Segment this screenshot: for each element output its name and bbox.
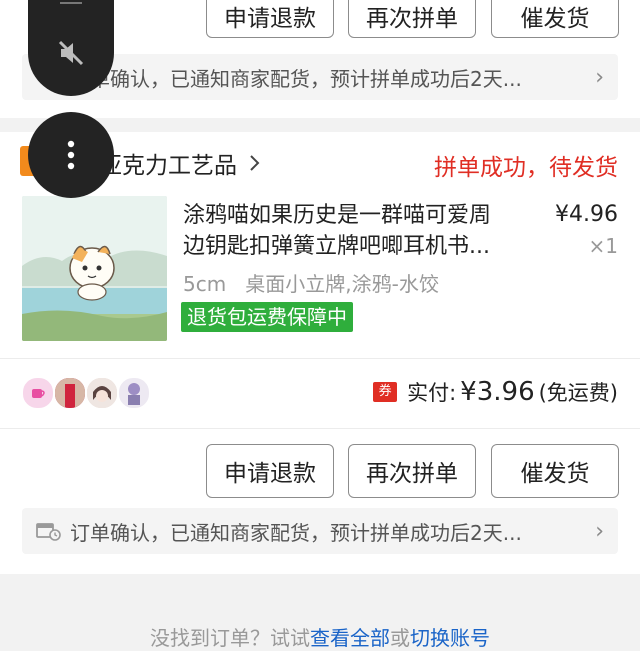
chevron-right-icon	[250, 155, 260, 171]
coupon-badge: 券	[373, 382, 398, 402]
paid-label: 实付:	[407, 381, 457, 405]
avatar	[86, 377, 118, 409]
product-spec: 5cm 桌面小立牌,涂鸦-水饺	[183, 272, 439, 296]
product-image[interactable]	[22, 196, 167, 341]
chevron-right-icon: ›	[595, 64, 604, 90]
apply-refund-button[interactable]: 申请退款	[206, 0, 334, 38]
product-title-line2: 边钥匙扣弹簧立牌吧唧耳机书...	[183, 234, 490, 259]
chevron-right-icon: ›	[595, 518, 604, 544]
avatar	[54, 377, 86, 409]
apply-refund-button[interactable]: 申请退款	[206, 444, 334, 498]
avatar	[118, 377, 150, 409]
avatar	[22, 377, 54, 409]
mute-toggle-button[interactable]	[28, 0, 114, 96]
footer-text: 没找到订单？试试	[150, 626, 310, 650]
drag-handle	[60, 2, 82, 4]
footer-hint: 没找到订单？试试查看全部或切换账号	[0, 622, 640, 651]
product-price: ¥4.96	[555, 202, 618, 227]
truck-icon	[36, 523, 61, 541]
product-title-line1: 涂鸦喵如果历史是一群喵可爱周	[183, 203, 492, 228]
footer-text-mid: 或	[390, 626, 410, 650]
reorder-button[interactable]: 再次拼单	[348, 0, 476, 38]
divider	[0, 428, 640, 429]
product-title[interactable]: 涂鸦喵如果历史是一群喵可爱周 边钥匙扣弹簧立牌吧唧耳机书...	[183, 200, 543, 262]
shipping-info: (免运费)	[538, 381, 618, 405]
more-options-button[interactable]	[28, 112, 114, 198]
urge-shipping-button[interactable]: 催发货	[491, 444, 619, 498]
order-notice[interactable]: 订单确认，已通知商家配货，预计拼单成功后2天... ›	[22, 508, 618, 554]
urge-shipping-button[interactable]: 催发货	[491, 0, 619, 38]
mute-icon	[58, 40, 84, 66]
notice-text: 订单确认，已通知商家配货，预计拼单成功后2天...	[70, 520, 522, 545]
reorder-button[interactable]: 再次拼单	[348, 444, 476, 498]
order-card: 米亚克力工艺品 拼单成功，待发货 涂鸦喵如果历史是一群喵可爱周 边钥匙扣弹簧立牌…	[0, 132, 640, 574]
paid-amount: ¥3.96	[460, 377, 535, 407]
switch-account-link[interactable]: 切换账号	[410, 626, 490, 650]
product-quantity: ×1	[588, 234, 618, 258]
divider	[0, 358, 640, 359]
return-shipping-guarantee-badge: 退货包运费保障中	[181, 302, 353, 332]
order-status: 拼单成功，待发货	[434, 155, 618, 181]
view-all-link[interactable]: 查看全部	[310, 626, 390, 650]
payment-summary: 券 实付: ¥3.96 (免运费)	[373, 374, 618, 410]
notice-text: 订单确认，已通知商家配货，预计拼单成功后2天...	[70, 66, 522, 91]
group-avatars[interactable]	[22, 377, 152, 409]
more-vertical-icon	[67, 140, 75, 170]
